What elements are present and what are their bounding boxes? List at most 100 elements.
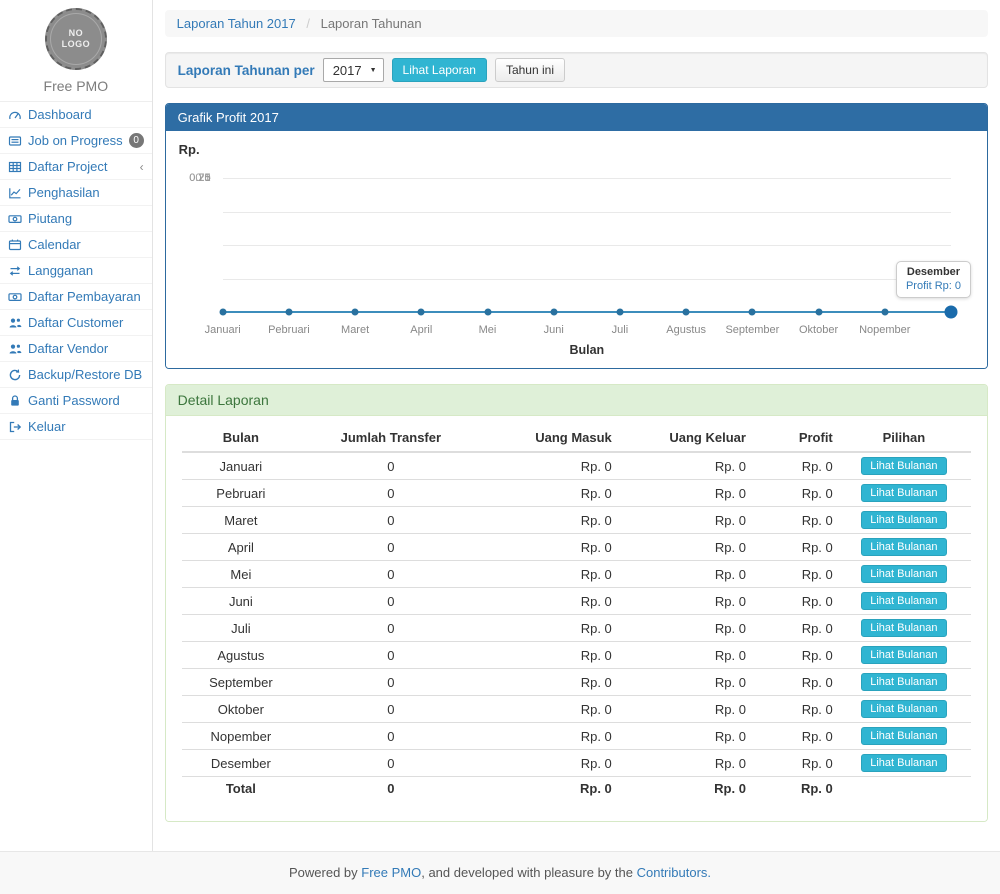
sidebar-item-penghasilan[interactable]: Penghasilan [0,180,152,206]
cell-pilihan: Lihat Bulanan [837,452,971,480]
detail-panel-body: Bulan Jumlah Transfer Uang Masuk Uang Ke… [166,416,987,821]
lihat-bulanan-button-pebruari[interactable]: Lihat Bulanan [861,484,946,502]
sign-out-icon [8,420,22,434]
x-tick: Juni [544,324,564,336]
cell-pilihan: Lihat Bulanan [837,561,971,588]
sidebar-item-job-on-progress[interactable]: Job on Progress 0 [0,128,152,154]
breadcrumb-link-laporan-tahun[interactable]: Laporan Tahun 2017 [177,16,296,31]
x-tick: Agustus [666,324,706,336]
lihat-bulanan-button-desember[interactable]: Lihat Bulanan [861,754,946,772]
lihat-bulanan-button-juni[interactable]: Lihat Bulanan [861,592,946,610]
col-header-bulan: Bulan [182,424,300,452]
exchange-icon [8,264,22,278]
cell-bulan: April [182,534,300,561]
lihat-bulanan-button-april[interactable]: Lihat Bulanan [861,538,946,556]
money-icon [8,290,22,304]
sidebar-item-keluar[interactable]: Keluar [0,414,152,440]
cell-uang-masuk: Rp. 0 [482,615,616,642]
year-select[interactable]: 2017 ▼ [323,58,384,82]
cell-pilihan: Lihat Bulanan [837,696,971,723]
cell-uang-keluar: Rp. 0 [616,750,750,777]
sidebar-item-langganan[interactable]: Langganan [0,258,152,284]
lihat-bulanan-button-september[interactable]: Lihat Bulanan [861,673,946,691]
cell-uang-keluar: Rp. 0 [616,696,750,723]
cell-profit: Rp. 0 [750,642,837,669]
col-header-uang-masuk: Uang Masuk [482,424,616,452]
cell-uang-masuk: Rp. 0 [482,507,616,534]
tahun-ini-button[interactable]: Tahun ini [495,58,565,82]
sidebar-item-daftar-vendor[interactable]: Daftar Vendor [0,336,152,362]
cell-uang-keluar: Rp. 0 [616,642,750,669]
cell-uang-keluar: Rp. 0 [616,777,750,801]
sidebar-item-label: Penghasilan [28,185,100,200]
sidebar-item-calendar[interactable]: Calendar [0,232,152,258]
data-point-juli[interactable] [616,309,623,316]
table-row: Mei0Rp. 0Rp. 0Rp. 0Lihat Bulanan [182,561,971,588]
cell-pilihan: Lihat Bulanan [837,507,971,534]
sidebar: NOLOGO Free PMO Dashboard Job on Progres… [0,0,153,851]
cell-jumlah-transfer: 0 [300,669,482,696]
cell-profit: Rp. 0 [750,561,837,588]
lihat-bulanan-button-januari[interactable]: Lihat Bulanan [861,457,946,475]
data-point-agustus[interactable] [683,309,690,316]
sidebar-item-ganti-password[interactable]: Ganti Password [0,388,152,414]
y-axis-unit-label: Rp. [179,142,200,157]
cell-jumlah-transfer: 0 [300,750,482,777]
cell-profit: Rp. 0 [750,669,837,696]
data-point-januari[interactable] [219,309,226,316]
data-point-april[interactable] [418,309,425,316]
footer-link-free-pmo[interactable]: Free PMO [361,865,421,880]
cell-bulan: Mei [182,561,300,588]
data-point-maret[interactable] [352,309,359,316]
chevron-left-icon: ‹ [140,160,144,174]
footer-link-contributors[interactable]: Contributors. [637,865,711,880]
data-point-september[interactable] [749,309,756,316]
sidebar-item-daftar-customer[interactable]: Daftar Customer [0,310,152,336]
sidebar-item-daftar-project[interactable]: Daftar Project ‹ [0,154,152,180]
table-row: Nopember0Rp. 0Rp. 0Rp. 0Lihat Bulanan [182,723,971,750]
data-point-oktober[interactable] [815,309,822,316]
cell-profit: Rp. 0 [750,480,837,507]
cell-jumlah-transfer: 0 [300,507,482,534]
lihat-bulanan-button-nopember[interactable]: Lihat Bulanan [861,727,946,745]
cell-uang-masuk: Rp. 0 [482,642,616,669]
sidebar-item-label: Daftar Vendor [28,341,108,356]
tooltip-value: Profit Rp: 0 [906,280,961,292]
data-point-desember[interactable] [945,306,958,319]
sidebar-item-daftar-pembayaran[interactable]: Daftar Pembayaran [0,284,152,310]
cell-profit: Rp. 0 [750,615,837,642]
data-point-juni[interactable] [550,309,557,316]
lihat-laporan-button[interactable]: Lihat Laporan [392,58,487,82]
cell-profit: Rp. 0 [750,588,837,615]
lihat-bulanan-button-maret[interactable]: Lihat Bulanan [861,511,946,529]
lihat-bulanan-button-mei[interactable]: Lihat Bulanan [861,565,946,583]
sidebar-item-dashboard[interactable]: Dashboard [0,102,152,128]
sidebar-item-label: Piutang [28,211,72,226]
sidebar-item-piutang[interactable]: Piutang [0,206,152,232]
cell-pilihan: Lihat Bulanan [837,480,971,507]
cell-jumlah-transfer: 0 [300,561,482,588]
cell-bulan: Maret [182,507,300,534]
sidebar-item-label: Ganti Password [28,393,120,408]
cell-pilihan: Lihat Bulanan [837,750,971,777]
cell-jumlah-transfer: 0 [300,588,482,615]
data-point-mei[interactable] [484,309,491,316]
cell-uang-keluar: Rp. 0 [616,534,750,561]
table-icon [8,160,22,174]
cell-uang-keluar: Rp. 0 [616,452,750,480]
data-point-pebruari[interactable] [285,309,292,316]
table-row: Desember0Rp. 0Rp. 0Rp. 0Lihat Bulanan [182,750,971,777]
breadcrumb-separator: / [306,16,310,31]
lihat-bulanan-button-juli[interactable]: Lihat Bulanan [861,619,946,637]
sidebar-item-backup-restore-db[interactable]: Backup/Restore DB [0,362,152,388]
data-point-nopember[interactable] [881,309,888,316]
table-row: Pebruari0Rp. 0Rp. 0Rp. 0Lihat Bulanan [182,480,971,507]
cell-uang-keluar: Rp. 0 [616,615,750,642]
cell-profit: Rp. 0 [750,507,837,534]
col-header-pilihan: Pilihan [837,424,971,452]
table-row: Juli0Rp. 0Rp. 0Rp. 0Lihat Bulanan [182,615,971,642]
x-tick: September [725,324,779,336]
cell-profit: Rp. 0 [750,750,837,777]
lihat-bulanan-button-agustus[interactable]: Lihat Bulanan [861,646,946,664]
lihat-bulanan-button-oktober[interactable]: Lihat Bulanan [861,700,946,718]
